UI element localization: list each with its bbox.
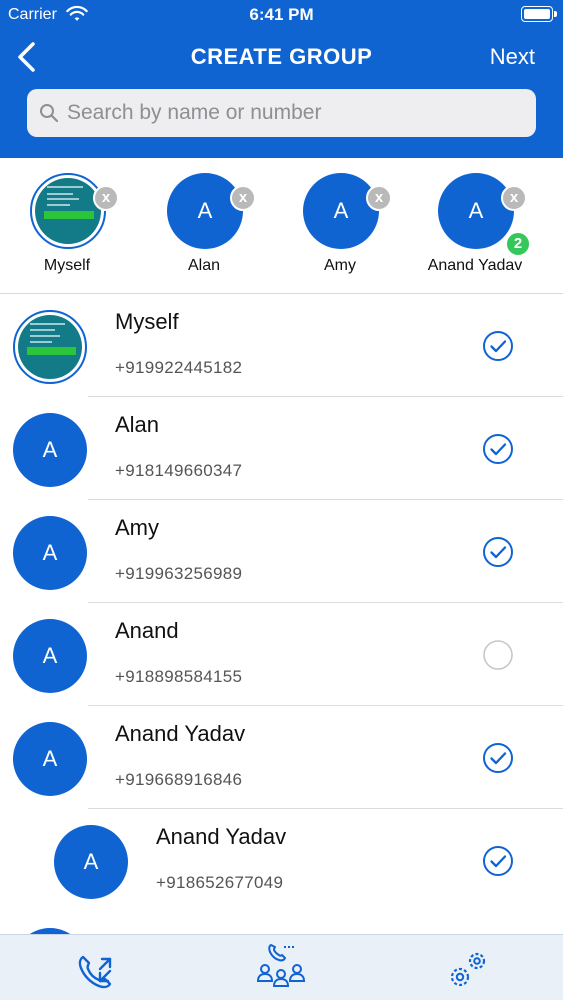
avatar: A xyxy=(13,516,87,590)
selected-member-name: Anand Yadav xyxy=(427,257,523,274)
status-time: 6:41 PM xyxy=(249,5,314,24)
contact-name: Amy xyxy=(115,515,159,540)
contact-row[interactable]: A Anand Yadav +919668916846 xyxy=(0,706,563,809)
remove-member-button[interactable]: x xyxy=(501,185,527,211)
checkmark-circle-icon[interactable] xyxy=(482,742,514,774)
contact-phone: +918149660347 xyxy=(115,461,243,480)
tab-bar xyxy=(0,934,563,1000)
count-badge: 2 xyxy=(505,231,531,257)
navigation-bar: CREATE GROUP Next xyxy=(0,30,563,86)
selected-member-myself[interactable]: x Myself xyxy=(7,173,127,283)
contact-name: Anand xyxy=(115,618,179,643)
selected-member-name: Alan xyxy=(187,257,221,274)
contact-phone: +918898584155 xyxy=(115,667,243,686)
selected-member-name: Myself xyxy=(43,257,91,274)
contact-phone: +919963256989 xyxy=(115,564,243,583)
checkmark-circle-icon[interactable] xyxy=(482,536,514,568)
contact-name: Anand Yadav xyxy=(115,721,246,746)
search-bar[interactable] xyxy=(27,89,536,137)
checkmark-circle-icon[interactable] xyxy=(482,845,514,877)
contact-row[interactable]: A Anand Yadav +918652677049 xyxy=(0,809,563,912)
avatar: A xyxy=(438,173,514,249)
contact-phone: +919922445182 xyxy=(115,358,243,377)
tab-group-call[interactable] xyxy=(251,941,311,995)
settings-gears-icon xyxy=(450,952,486,987)
contact-row-partial[interactable] xyxy=(0,912,563,934)
selected-members: x Myself A x Alan A x Amy A x 2 Anand Ya… xyxy=(0,158,563,294)
avatar: A xyxy=(13,619,87,693)
checkmark-circle-icon[interactable] xyxy=(482,330,514,362)
avatar-photo xyxy=(30,173,106,249)
contact-name: Myself xyxy=(115,309,179,334)
tab-settings[interactable] xyxy=(438,941,498,995)
call-log-icon xyxy=(78,955,112,989)
battery-icon xyxy=(521,6,557,22)
contact-phone: +918652677049 xyxy=(156,873,284,892)
contact-row[interactable]: Myself +919922445182 xyxy=(0,294,563,397)
search-icon xyxy=(40,104,59,123)
contact-row[interactable]: A Alan +918149660347 xyxy=(0,397,563,500)
remove-member-button[interactable]: x xyxy=(230,185,256,211)
avatar: A xyxy=(13,722,87,796)
group-call-icon xyxy=(256,944,306,987)
selected-member-name: Amy xyxy=(324,257,356,274)
remove-member-button[interactable]: x xyxy=(93,185,119,211)
unchecked-circle-icon[interactable] xyxy=(482,639,514,671)
checkmark-circle-icon[interactable] xyxy=(482,433,514,465)
avatar-photo xyxy=(13,310,87,384)
avatar: A xyxy=(167,173,243,249)
contact-list[interactable]: Myself +919922445182 A Alan +91814966034… xyxy=(0,294,563,934)
contact-row[interactable]: A Amy +919963256989 xyxy=(0,500,563,603)
contact-row[interactable]: A Anand +918898584155 xyxy=(0,603,563,706)
tab-call-log[interactable] xyxy=(66,941,126,995)
remove-member-button[interactable]: x xyxy=(366,185,392,211)
avatar: A xyxy=(13,413,87,487)
status-bar: Carrier 6:41 PM xyxy=(0,0,563,30)
next-button[interactable]: Next xyxy=(490,44,535,70)
selected-member-amy[interactable]: A x Amy xyxy=(280,173,400,283)
contact-phone: +919668916846 xyxy=(115,770,243,789)
selected-member-anand-yadav[interactable]: A x 2 Anand Yadav xyxy=(415,173,535,283)
avatar: A xyxy=(303,173,379,249)
avatar: A xyxy=(54,825,128,899)
page-title: CREATE GROUP xyxy=(190,44,373,69)
contact-name: Alan xyxy=(115,412,160,437)
selected-member-alan[interactable]: A x Alan xyxy=(144,173,264,283)
header: Carrier 6:41 PM CREATE GROUP Next xyxy=(0,0,563,158)
contact-name: Anand Yadav xyxy=(156,824,287,849)
search-input[interactable] xyxy=(67,95,527,131)
